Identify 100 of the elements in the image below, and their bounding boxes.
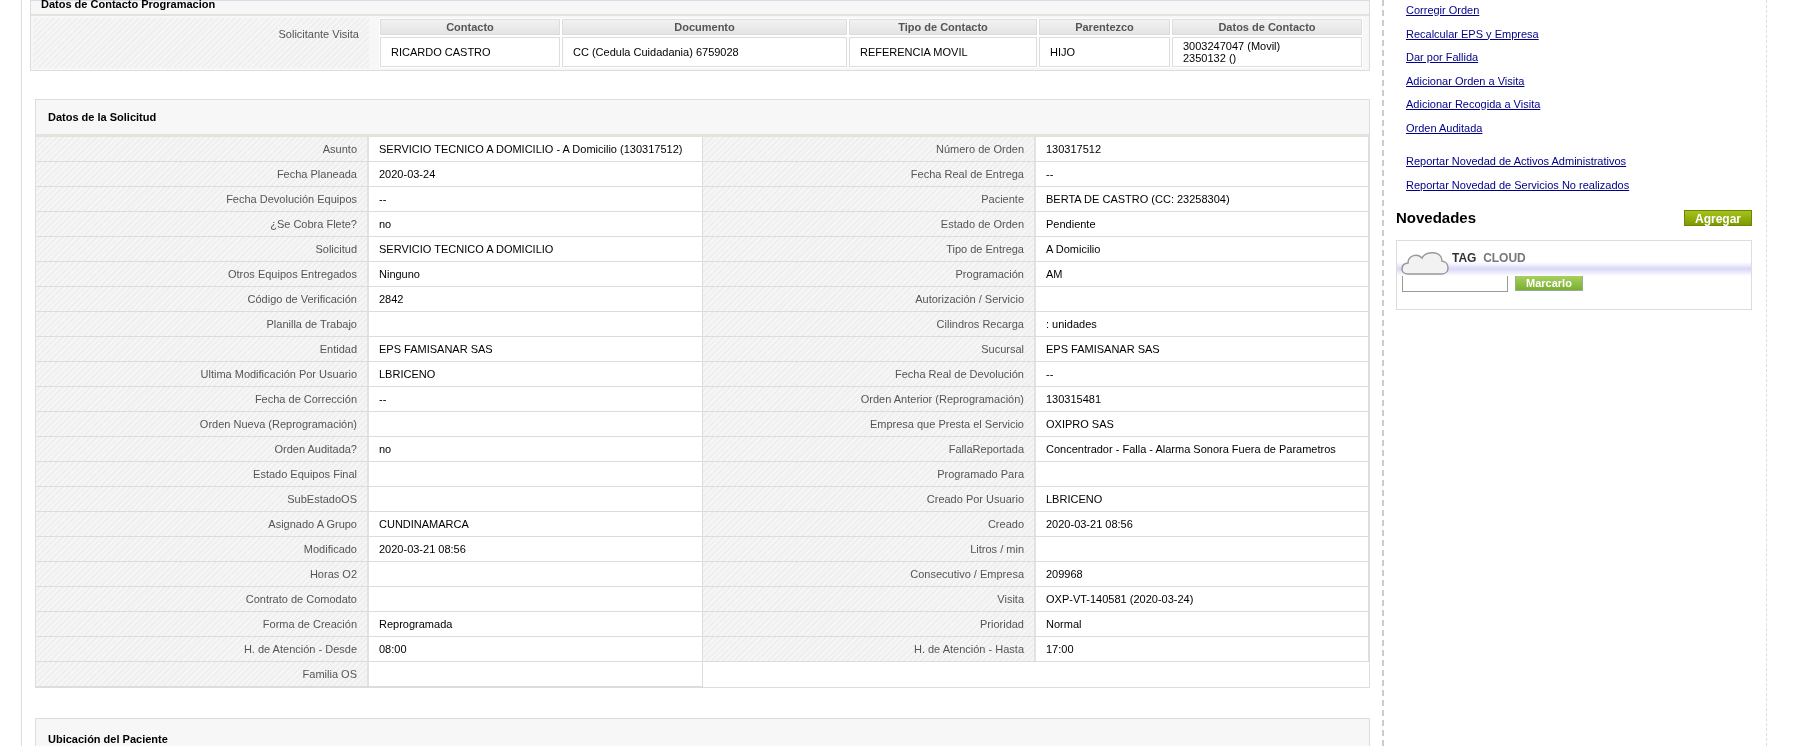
field-label: Orden Auditada? xyxy=(274,441,357,457)
sidebar-link[interactable]: Adicionar Recogida a Visita xyxy=(1406,96,1541,113)
tag-input-field[interactable] xyxy=(1402,273,1508,292)
field-value: Pendiente xyxy=(1046,216,1096,232)
table-cell: RICARDO CASTRO xyxy=(380,37,560,67)
field-label: Modificado xyxy=(303,541,357,557)
field-label: Contrato de Comodato xyxy=(245,591,357,607)
field-label: Creado xyxy=(987,516,1024,532)
field-label: Tipo de Entrega xyxy=(946,241,1024,257)
field-value: 2842 xyxy=(379,291,404,307)
field-label: Prioridad xyxy=(979,616,1024,632)
field-label: FallaReportada xyxy=(948,441,1024,457)
field-value: LBRICENO xyxy=(379,366,436,382)
field-label: Solicitud xyxy=(315,241,357,257)
field-label: Otros Equipos Entregados xyxy=(227,266,357,282)
field-label: Orden Anterior (Reprogramación) xyxy=(860,391,1024,407)
sidebar-link[interactable]: Orden Auditada xyxy=(1406,119,1483,136)
table-cell: REFERENCIA MOVIL xyxy=(849,37,1037,67)
table-cell: 3003247047 (Movil) 2350132 () xyxy=(1172,37,1362,67)
field-label: Fecha Real de Entrega xyxy=(910,166,1024,182)
field-label: Consecutivo / Empresa xyxy=(910,566,1024,582)
column-header: Tipo de Contacto xyxy=(849,19,1037,35)
field-label: Programado Para xyxy=(937,466,1024,482)
sidebar-link[interactable]: Dar por Fallida xyxy=(1406,49,1479,66)
novedades-heading: Novedades xyxy=(1396,208,1477,228)
field-value: -- xyxy=(1046,166,1054,182)
field-label: Cilindros Recarga xyxy=(936,316,1024,332)
field-label: Forma de Creación xyxy=(262,616,357,632)
field-value: -- xyxy=(379,191,387,207)
field-label: Familia OS xyxy=(302,666,357,682)
field-value: 130317512 xyxy=(1046,141,1102,157)
field-label: Orden Nueva (Reprogramación) xyxy=(199,416,357,432)
table-cell: CC (Cedula Cuidadania) 6759028 xyxy=(562,37,847,67)
field-value: AM xyxy=(1046,266,1063,282)
field-value: 209968 xyxy=(1046,566,1083,582)
field-label: Entidad xyxy=(319,341,357,357)
sidebar-link[interactable]: Recalcular EPS y Empresa xyxy=(1406,25,1539,42)
field-value: EPS FAMISANAR SAS xyxy=(379,341,493,357)
section-title: Datos de Contacto Programacion xyxy=(41,0,216,12)
field-label: Planilla de Trabajo xyxy=(266,316,357,332)
sidebar-link[interactable]: Adicionar Orden a Visita xyxy=(1406,72,1525,89)
field-value: no xyxy=(379,441,392,457)
section-title: Ubicación del Paciente xyxy=(48,733,168,745)
field-value: 17:00 xyxy=(1046,641,1074,657)
field-label: ¿Se Cobra Flete? xyxy=(270,216,357,232)
field-value: 2020-03-21 08:56 xyxy=(1046,516,1133,532)
field-label: Estado Equipos Final xyxy=(253,466,357,482)
field-value: OXP-VT-140581 (2020-03-24) xyxy=(1046,591,1194,607)
field-label: Paciente xyxy=(981,191,1024,207)
field-value: SERVICIO TECNICO A DOMICILIO xyxy=(379,241,554,257)
field-label: Litros / min xyxy=(970,541,1024,557)
field-label: Creado Por Usuario xyxy=(926,491,1024,507)
field-label: Horas O2 xyxy=(309,566,357,582)
field-value: EPS FAMISANAR SAS xyxy=(1046,341,1160,357)
column-header: Parentezco xyxy=(1039,19,1170,35)
field-label: Autorización / Servicio xyxy=(915,291,1024,307)
field-label: Asunto xyxy=(322,141,357,157)
field-label: H. de Atención - Hasta xyxy=(913,641,1024,657)
field-value: SERVICIO TECNICO A DOMICILIO - A Domicilio (130317512) xyxy=(379,141,683,157)
sidebar-link[interactable]: Reportar Novedad de Servicios No realizados xyxy=(1406,176,1630,193)
sidebar-link[interactable]: Reportar Novedad de Activos Administrativos xyxy=(1406,153,1627,170)
field-label: H. de Atención - Desde xyxy=(243,641,357,657)
field-value: 2020-03-24 xyxy=(379,166,436,182)
field-value: 130315481 xyxy=(1046,391,1102,407)
sidebar-link[interactable]: Corregir Orden xyxy=(1406,2,1480,19)
field-value: Reprogramada xyxy=(379,616,453,632)
table-cell: HIJO xyxy=(1039,37,1170,67)
field-label: Ultima Modificación Por Usuario xyxy=(200,366,357,382)
field-value: Normal xyxy=(1046,616,1082,632)
field-value: : unidades xyxy=(1046,316,1097,332)
field-label: Código de Verificación xyxy=(247,291,357,307)
field-value: -- xyxy=(1046,366,1054,382)
field-label: Estado de Orden xyxy=(940,216,1024,232)
field-label: Visita xyxy=(997,591,1024,607)
field-label: Solicitante Visita xyxy=(278,27,359,42)
column-header: Datos de Contacto xyxy=(1172,19,1362,35)
field-label: Asignado A Grupo xyxy=(268,516,357,532)
field-label: Número de Orden xyxy=(935,141,1024,157)
field-value: OXIPRO SAS xyxy=(1046,416,1114,432)
field-value: no xyxy=(379,216,392,232)
field-label: Empresa que Presta el Servicio xyxy=(869,416,1024,432)
field-label: Fecha Real de Devolución xyxy=(894,366,1024,382)
field-label: Fecha de Corrección xyxy=(254,391,357,407)
field-value: BERTA DE CASTRO (CC: 23258304) xyxy=(1046,191,1230,207)
field-value: A Domicilio xyxy=(1046,241,1101,257)
field-label: Fecha Devolución Equipos xyxy=(226,191,357,207)
field-value: -- xyxy=(379,391,387,407)
field-value: Ninguno xyxy=(379,266,420,282)
field-value: 08:00 xyxy=(379,641,407,657)
section-title: Datos de la Solicitud xyxy=(48,109,157,125)
field-value: 2020-03-21 08:56 xyxy=(379,541,466,557)
column-header: Documento xyxy=(562,19,847,35)
field-value: Concentrador - Falla - Alarma Sonora Fuera de Parametros xyxy=(1046,441,1336,457)
field-value: LBRICENO xyxy=(1046,491,1103,507)
tag-cloud-title: TAG CLOUD xyxy=(1452,250,1526,267)
field-label: Sucursal xyxy=(981,341,1024,357)
column-header: Contacto xyxy=(380,19,560,35)
field-label: Programación xyxy=(955,266,1024,282)
field-label: Fecha Planeada xyxy=(276,166,357,182)
field-label: SubEstadoOS xyxy=(287,491,357,507)
